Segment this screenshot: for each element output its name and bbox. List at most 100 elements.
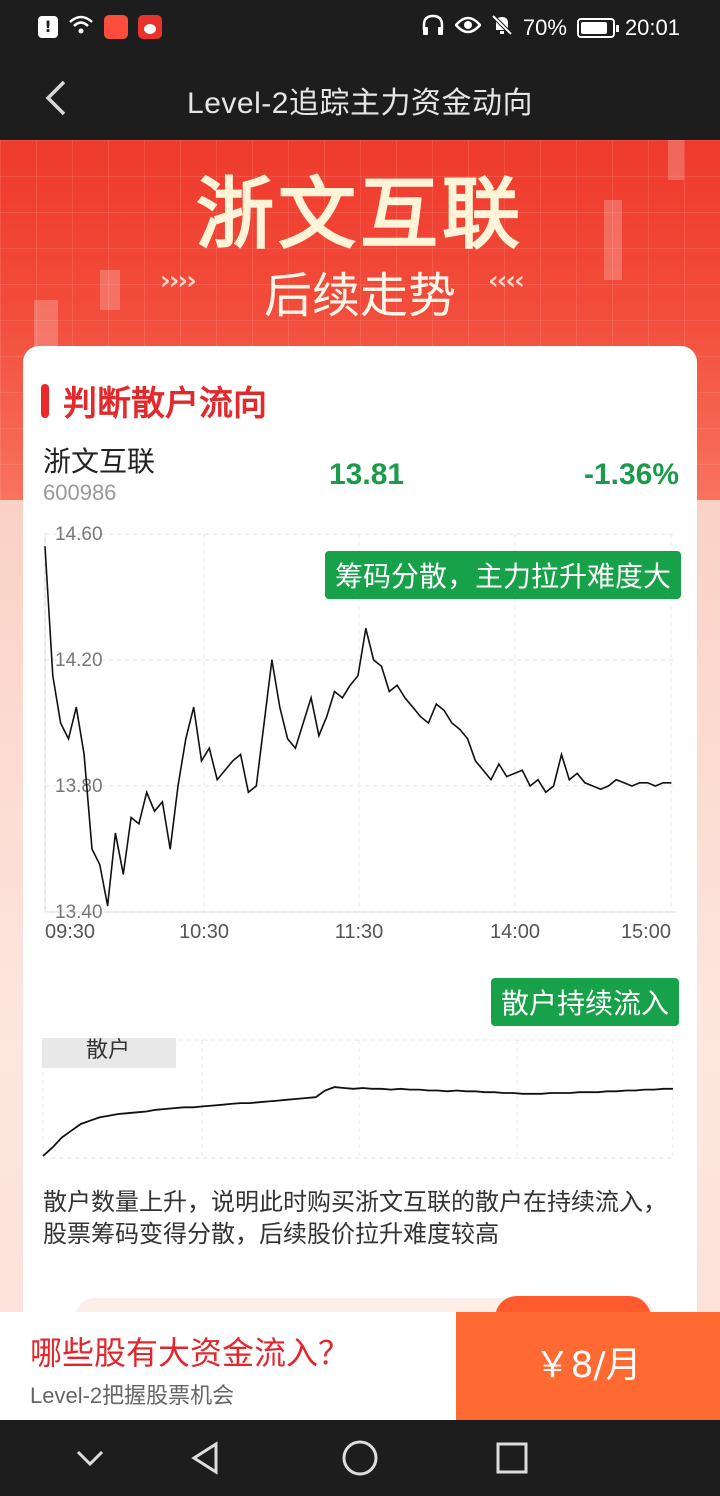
price-point [498,763,500,765]
price-point [506,775,508,778]
price-point [153,810,156,812]
purchase-bar: 哪些股有大资金流入？ Level-2把握股票机会 ￥8/月 [0,1312,720,1420]
price-point [240,753,242,756]
price-point [474,760,476,762]
price-point [599,788,602,790]
price-point [646,782,649,784]
nav-recents-button[interactable] [492,1438,532,1478]
price-point [60,722,62,724]
price-point [427,722,430,724]
price-point [560,753,563,756]
system-nav-bar [0,1420,720,1496]
price-point [349,684,351,686]
price-point [404,697,406,699]
alert-icon: ! [38,16,58,38]
promo-title: 哪些股有大资金流入？ [30,1334,351,1372]
price-point [513,772,516,774]
price-point [365,627,367,630]
price-point [177,785,179,787]
battery-icon [576,18,619,38]
price-point [208,747,210,749]
price-point [83,753,85,756]
hero-subtitle: 后续走势 [263,268,456,324]
price-point [114,832,117,834]
price-point [341,697,343,699]
price-point [294,747,296,749]
headphones-icon [421,14,445,42]
section-title: 判断散户流向 [63,384,267,424]
price-point [75,706,77,708]
mail-app-icon [104,15,128,39]
price-point [263,722,265,724]
hero-stock-name: 浙文互联 [195,170,524,260]
intraday-chart: 14.60 14.20 13.80 13.40 09:30 10:30 11:30 14:00… [41,524,681,944]
x-tick-label: 15:00 [621,921,671,943]
price-point [670,782,672,784]
battery-percent: 70% [522,15,567,40]
price-point [568,779,570,781]
price-point [380,665,383,667]
nav-collapse-button[interactable] [70,1438,110,1478]
price-point [193,706,195,708]
price-point [537,779,539,781]
y-tick-label: 13.80 [55,776,103,797]
stock-code: 600986 [43,480,117,505]
triangle-back-icon [191,1441,218,1475]
clock: 20:01 [624,15,680,40]
x-tick-label: 10:30 [179,921,229,943]
price-point [490,779,492,781]
price-point [326,716,328,718]
price-point [662,782,664,784]
price-point [373,659,375,661]
price-point [146,791,148,793]
price-point [44,546,46,548]
analysis-card: 判断散户流向 浙文互联 600986 13.81 -1.36% 14.60 14.… [23,346,697,1338]
price-point [639,782,641,784]
price-point [553,785,555,787]
price-point [654,785,656,787]
x-tick-label: 14:00 [490,921,540,943]
price-point [52,675,54,677]
price-point [443,709,445,711]
price-line [44,546,671,906]
square-recents-icon [496,1442,528,1474]
subscribe-price-button[interactable]: ￥8/月 [456,1312,720,1420]
price-point [631,785,633,787]
price-point [122,873,124,875]
price-point [420,716,422,718]
price-point [576,772,578,774]
retail-series-label: 散户 [42,1038,176,1068]
price-point [310,697,312,699]
price-point [357,675,359,677]
chevron-down-icon [76,1450,104,1467]
price-point [302,722,304,724]
price-point [200,760,203,762]
description-text: 散户数量上升，说明此时购买浙文互联的散户在持续流入，股票筹码变得分散，后续股价拉… [43,1188,667,1248]
y-tick-label: 14.60 [55,524,103,545]
price-point [255,785,257,787]
retail-flow-chart: 散户 [41,1036,681,1162]
chart-annotation-tag: 筹码分散，主力拉升难度大 [324,551,681,599]
nav-home-button[interactable] [340,1438,380,1478]
price-point [91,848,93,850]
price-point [435,703,437,705]
price-point [130,816,132,819]
status-icons-left: ! [38,14,162,40]
price-point [388,690,390,693]
price-point [615,779,617,781]
circle-home-icon [342,1440,378,1476]
price-point [99,864,101,866]
title-bar: Level-2追踪主力资金动向 [0,56,720,140]
price-point [232,760,234,762]
price-point [169,848,171,850]
price-point [592,785,594,787]
price-point [318,735,320,737]
nav-back-button[interactable] [186,1438,226,1478]
price-point [185,738,187,740]
y-tick-label: 13.40 [55,902,103,923]
retail-line [42,1086,673,1157]
bell-muted-icon [491,14,513,42]
price-point [161,801,163,803]
section-marker [41,383,49,418]
app-notification-icon [138,15,162,39]
